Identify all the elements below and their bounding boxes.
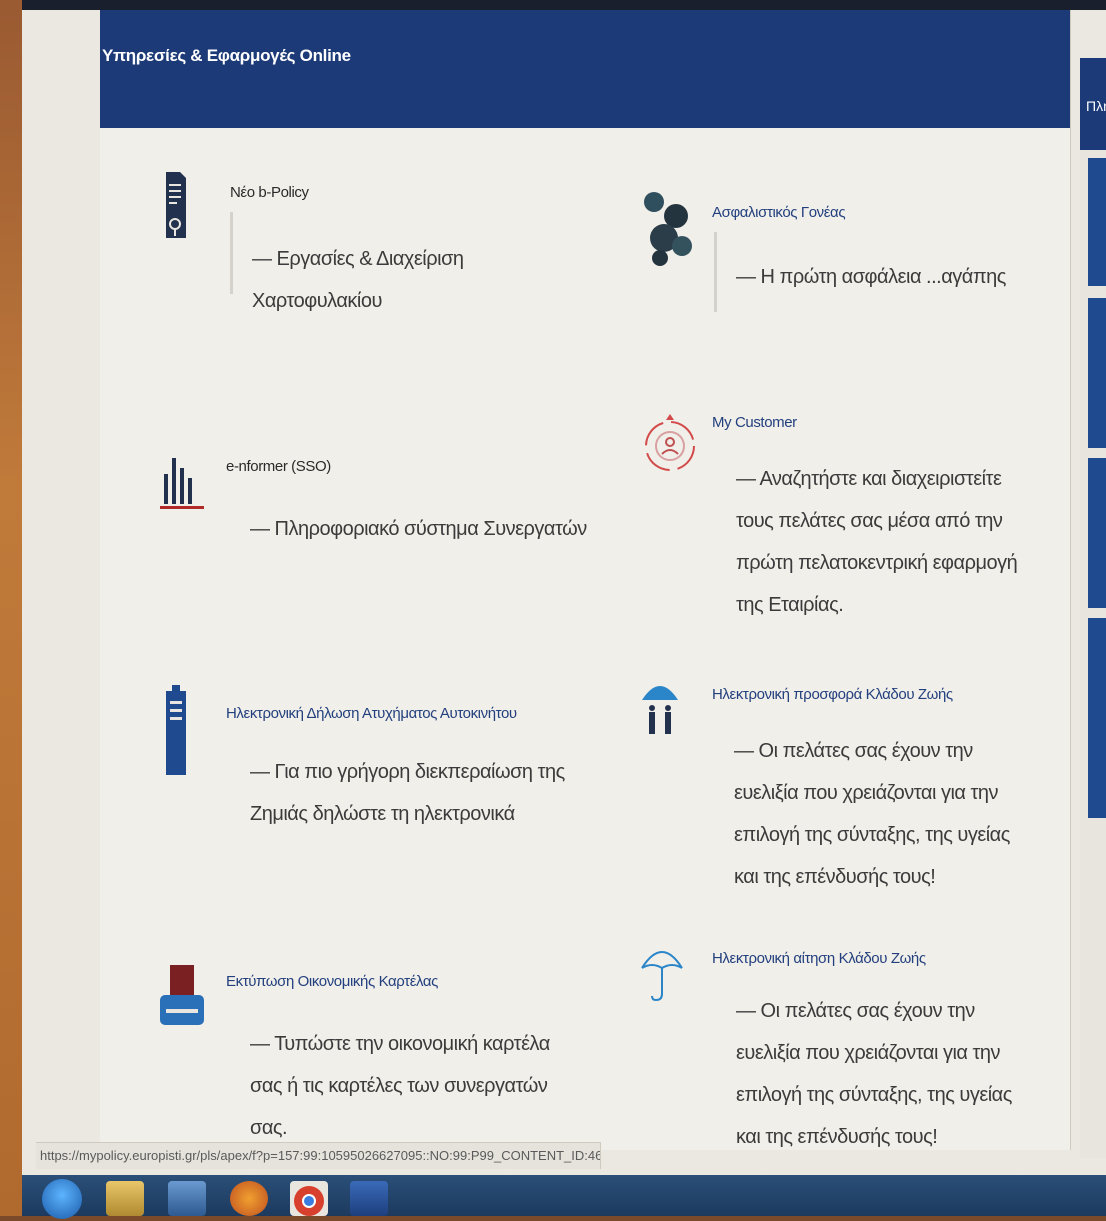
chrome-icon[interactable] bbox=[290, 1181, 328, 1216]
family-people-icon bbox=[644, 192, 692, 266]
service-title-parent[interactable]: Ασφαλιστικός Γονέας bbox=[712, 204, 846, 221]
services-panel: Υπηρεσίες & Εφαρμογές Online Νέο b-Polic… bbox=[100, 10, 1071, 1150]
service-tile-parent[interactable]: Ασφαλιστικός Γονέας — Η πρώτη ασφάλεια .… bbox=[640, 190, 1060, 320]
right-panel-block[interactable] bbox=[1088, 458, 1106, 608]
service-title-accident-report[interactable]: Ηλεκτρονική Δήλωση Ατυχήματος Αυτοκινήτο… bbox=[226, 705, 517, 722]
panel-title: Υπηρεσίες & Εφαρμογές Online bbox=[102, 46, 351, 65]
start-button-icon[interactable] bbox=[42, 1179, 82, 1219]
file-explorer-icon[interactable] bbox=[106, 1181, 144, 1216]
right-panel-title: Πλη bbox=[1086, 98, 1106, 114]
screen: Υπηρεσίες & Εφαρμογές Online Νέο b-Polic… bbox=[22, 10, 1106, 1175]
report-form-icon bbox=[166, 685, 186, 775]
service-title-my-customer[interactable]: My Customer bbox=[712, 414, 797, 431]
services-panel-header: Υπηρεσίες & Εφαρμογές Online bbox=[100, 10, 1070, 128]
service-desc-my-customer: — Αναζητήστε και διαχειριστείτε τους πελ… bbox=[736, 468, 1018, 616]
service-tile-b-policy[interactable]: Νέο b-Policy — Εργασίες & Διαχείριση Χαρ… bbox=[160, 160, 580, 312]
service-desc-life-offer: — Οι πελάτες σας έχουν την ευελιξία που … bbox=[734, 740, 1010, 888]
right-panel-header: Πλη bbox=[1080, 58, 1106, 150]
chrome-logo-icon bbox=[294, 1186, 324, 1216]
umbrella-icon bbox=[641, 951, 683, 1002]
service-tile-accident-report[interactable]: Ηλεκτρονική Δήλωση Ατυχήματος Αυτοκινήτο… bbox=[160, 685, 580, 855]
service-title-print-statement[interactable]: Εκτύπωση Οικονομικής Καρτέλας bbox=[226, 973, 438, 990]
service-tile-my-customer[interactable]: My Customer — Αναζητήστε και διαχειριστε… bbox=[640, 400, 1060, 620]
service-desc-b-policy: — Εργασίες & Διαχείριση Χαρτοφυλακίου bbox=[252, 248, 464, 312]
service-tile-life-application[interactable]: Ηλεκτρονική αίτηση Κλάδου Ζωής — Οι πελά… bbox=[640, 930, 1060, 1150]
right-panel-block[interactable] bbox=[1088, 158, 1106, 286]
right-side-panel: Πλη bbox=[1080, 58, 1106, 1158]
service-title-life-offer[interactable]: Ηλεκτρονική προσφορά Κλάδου Ζωής bbox=[712, 686, 953, 703]
word-icon[interactable] bbox=[350, 1181, 388, 1216]
service-tile-print-statement[interactable]: Εκτύπωση Οικονομικής Καρτέλας — Τυπώστε … bbox=[160, 955, 580, 1145]
bar-chart-icon bbox=[160, 458, 204, 509]
windows-taskbar bbox=[22, 1175, 1106, 1219]
service-title-b-policy[interactable]: Νέο b-Policy bbox=[230, 184, 309, 201]
right-panel-block[interactable] bbox=[1088, 618, 1106, 818]
status-bar-url: https://mypolicy.europisti.gr/pls/apex/f… bbox=[36, 1142, 601, 1169]
service-desc-enformer: — Πληροφοριακό σύστημα Συνεργατών bbox=[250, 518, 587, 540]
service-tile-life-offer[interactable]: Ηλεκτρονική προσφορά Κλάδου Ζωής — Οι πε… bbox=[640, 670, 1060, 890]
customer-cycle-icon bbox=[645, 414, 695, 471]
right-panel-block[interactable] bbox=[1088, 298, 1106, 448]
service-desc-print-statement: — Τυπώστε την οικονομική καρτέλα σας ή τ… bbox=[250, 1033, 550, 1139]
service-title-enformer[interactable]: e-nformer (SSO) bbox=[226, 458, 331, 475]
document-key-icon bbox=[166, 172, 186, 238]
umbrella-family-icon bbox=[642, 686, 678, 734]
media-player-icon[interactable] bbox=[168, 1181, 206, 1216]
service-desc-accident-report: — Για πιο γρήγορη διεκπεραίωση της Ζημιά… bbox=[250, 761, 565, 825]
firefox-icon[interactable] bbox=[230, 1181, 268, 1216]
tile-divider bbox=[714, 232, 717, 312]
service-desc-parent: — Η πρώτη ασφάλεια ...αγάπης bbox=[736, 266, 1006, 288]
printer-icon bbox=[160, 965, 204, 1025]
service-title-life-application[interactable]: Ηλεκτρονική αίτηση Κλάδου Ζωής bbox=[712, 950, 926, 967]
service-desc-life-application: — Οι πελάτες σας έχουν την ευελιξία που … bbox=[736, 1000, 1012, 1148]
tile-divider bbox=[230, 212, 233, 294]
service-tile-enformer[interactable]: e-nformer (SSO) — Πληροφοριακό σύστημα Σ… bbox=[160, 430, 587, 560]
monitor-bezel-left bbox=[0, 0, 22, 1216]
